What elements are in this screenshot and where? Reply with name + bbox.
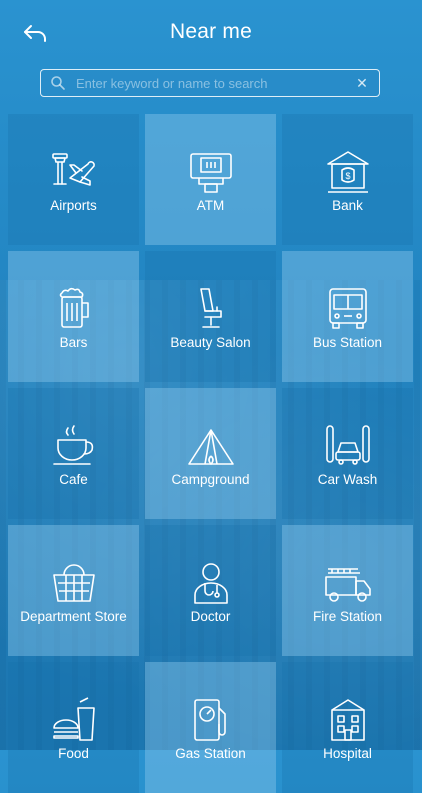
category-label: Department Store <box>20 609 127 624</box>
airport-icon <box>51 153 95 186</box>
category-label: Airports <box>50 198 97 213</box>
category-label: Doctor <box>190 609 231 624</box>
food-icon <box>52 697 95 741</box>
clear-icon[interactable]: ✕ <box>351 72 373 94</box>
basket-icon <box>52 564 95 602</box>
gas-pump-icon <box>193 699 226 741</box>
category-label: Fire Station <box>312 609 383 624</box>
category-label: Car Wash <box>317 472 378 487</box>
category-atm[interactable]: ATM <box>145 114 276 245</box>
category-label: Bank <box>332 198 363 213</box>
page-title: Near me <box>170 20 252 43</box>
hospital-icon <box>330 699 365 741</box>
category-bars[interactable]: Bars <box>8 251 139 382</box>
category-bus-station[interactable]: Bus Station <box>282 251 413 382</box>
coffee-cup-icon <box>52 425 93 465</box>
category-hospital[interactable]: Hospital <box>282 662 413 793</box>
category-label: Bars <box>59 335 88 350</box>
category-label: Cafe <box>59 472 88 487</box>
category-label: Beauty Salon <box>170 335 251 350</box>
category-airports[interactable]: Airports <box>8 114 139 245</box>
search-bar: ✕ <box>40 69 380 97</box>
category-bank[interactable]: $ Bank <box>282 114 413 245</box>
category-food[interactable]: Food <box>8 662 139 793</box>
beer-mug-icon <box>59 287 89 328</box>
search-input[interactable] <box>76 75 351 91</box>
category-cafe[interactable]: Cafe <box>8 388 139 519</box>
category-label: Gas Station <box>175 746 246 761</box>
category-car-wash[interactable]: Car Wash <box>282 388 413 519</box>
search-icon <box>51 76 65 90</box>
category-fire-station[interactable]: Fire Station <box>282 525 413 656</box>
category-label: Hospital <box>323 746 372 761</box>
category-beauty-salon[interactable]: Beauty Salon <box>145 251 276 382</box>
doctor-icon <box>193 563 228 604</box>
category-label: Bus Station <box>312 335 383 350</box>
category-label: ATM <box>196 198 225 213</box>
atm-icon <box>189 153 232 193</box>
category-doctor[interactable]: Doctor <box>145 525 276 656</box>
bank-icon: $ <box>326 151 369 193</box>
tent-icon <box>187 429 234 465</box>
svg-text:$: $ <box>345 171 350 181</box>
category-gas-station[interactable]: Gas Station <box>145 662 276 793</box>
bus-icon <box>328 288 367 329</box>
header-bar: Near me <box>0 0 422 66</box>
salon-chair-icon <box>199 288 222 328</box>
category-department-store[interactable]: Department Store <box>8 525 139 656</box>
category-campground[interactable]: Campground <box>145 388 276 519</box>
car-wash-icon <box>325 425 370 465</box>
category-label: Food <box>58 746 89 761</box>
fire-truck-icon <box>324 568 371 602</box>
category-label: Campground <box>171 472 250 487</box>
